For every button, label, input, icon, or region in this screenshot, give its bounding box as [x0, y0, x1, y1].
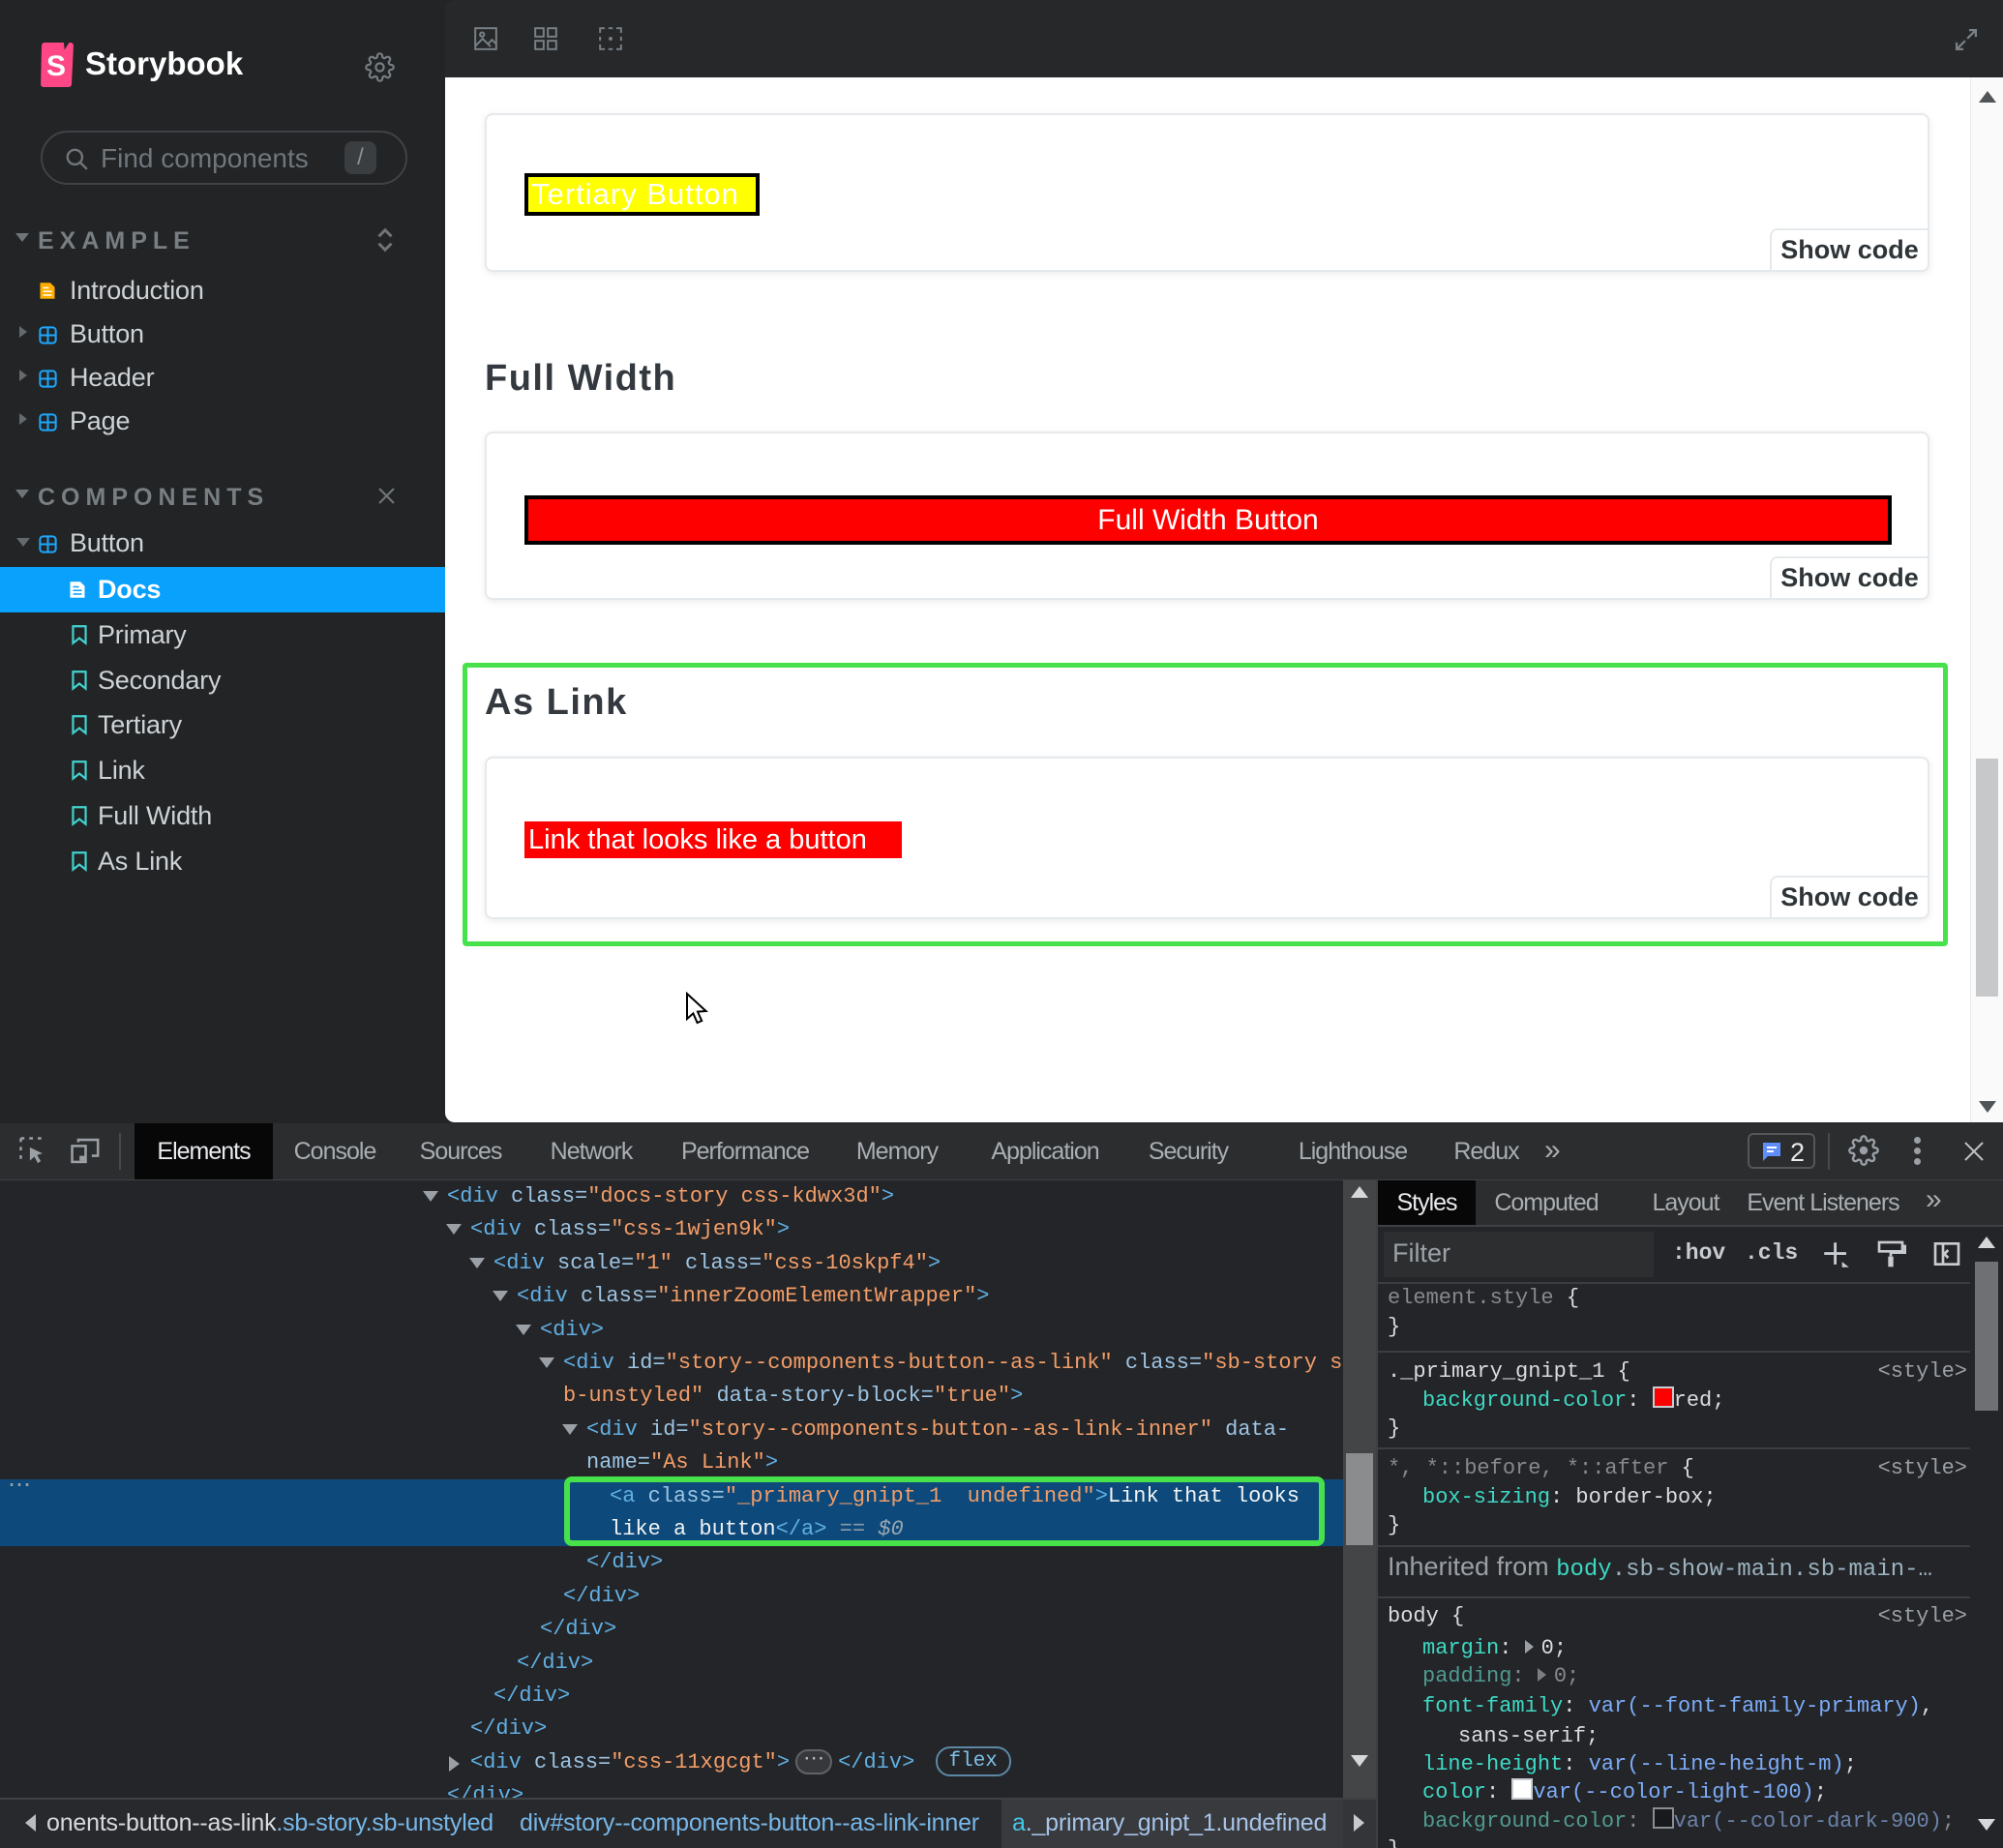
svg-text:S: S — [46, 50, 66, 82]
